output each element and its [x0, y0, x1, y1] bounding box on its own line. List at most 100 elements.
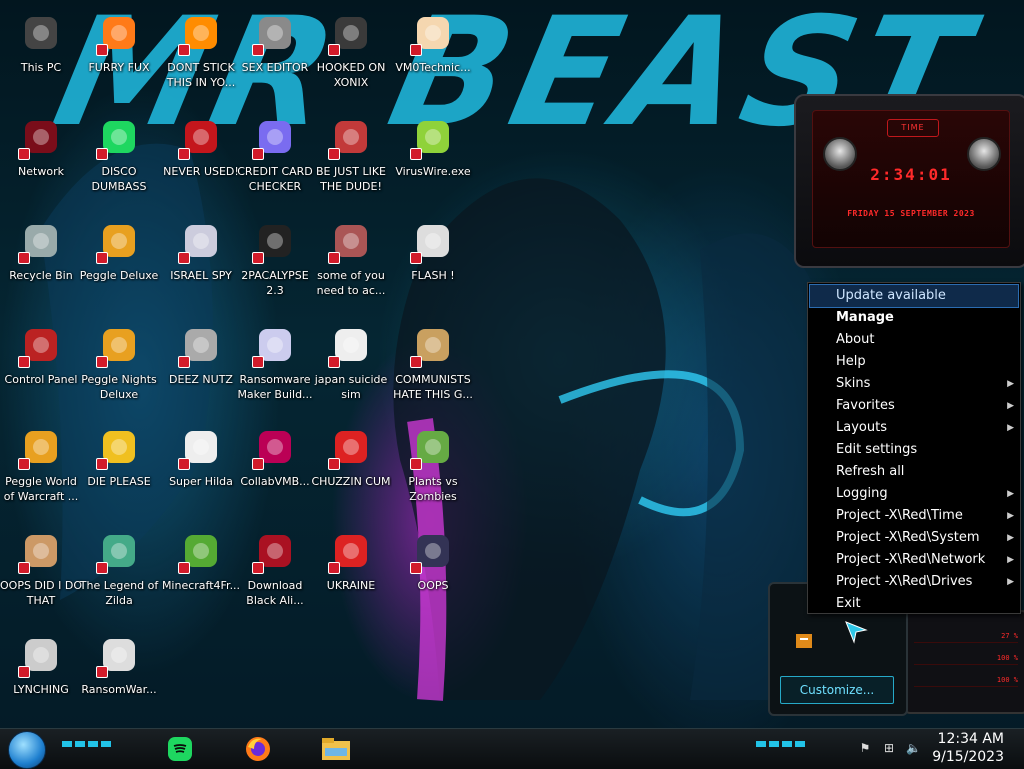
context-menu-item-label: Refresh all — [836, 464, 905, 479]
desktop-icon[interactable]: CollabVMB... — [234, 420, 316, 516]
skull-icon — [96, 634, 140, 678]
context-menu-item[interactable]: Favorites ▶ — [810, 395, 1018, 417]
desktop-icon[interactable]: DEEZ NUTZ — [160, 318, 242, 414]
desktop-icon-label: SEX EDITOR — [241, 61, 309, 74]
drive-usage: 100 % — [914, 674, 1018, 687]
desktop-icon[interactable]: CHUZZIN CUM — [310, 420, 392, 516]
time-widget[interactable]: TIME 2:34:01 FRIDAY 15 SEPTEMBER 2023 — [794, 94, 1024, 268]
volume-icon[interactable]: 🔈 — [906, 741, 921, 755]
submenu-arrow-icon: ▶ — [1007, 401, 1014, 411]
shortcut-badge-icon — [328, 148, 340, 160]
shortcut-badge-icon — [18, 148, 30, 160]
vlc-cone-icon — [178, 12, 222, 56]
desktop-icon[interactable]: VirusWire.exe — [392, 110, 474, 206]
desktop-icon[interactable]: Peggle World of Warcraft ... — [0, 420, 82, 516]
desktop-icon[interactable]: This PC — [0, 6, 82, 102]
context-menu-item[interactable]: Edit settings — [810, 439, 1018, 461]
collabvm-icon — [252, 426, 296, 470]
shortcut-badge-icon — [178, 252, 190, 264]
desktop-icon-label: DEEZ NUTZ — [169, 373, 233, 386]
submenu-arrow-icon: ▶ — [1007, 577, 1014, 587]
desktop-icon[interactable]: Minecraft4Fr... — [160, 524, 242, 620]
desktop-icon[interactable]: HOOKED ON XONIX — [310, 6, 392, 102]
lime-icon — [410, 116, 454, 160]
adobe-de-icon — [96, 426, 140, 470]
flag-icon[interactable]: ⚑ — [858, 741, 872, 755]
desktop-icon-label: CHUZZIN CUM — [311, 475, 391, 488]
desktop-icon[interactable]: FURRY FUX — [78, 6, 160, 102]
desktop-icon[interactable]: The Legend of Zilda — [78, 524, 160, 620]
submenu-arrow-icon: ▶ — [1007, 379, 1014, 389]
desktop-icon[interactable]: Peggle Nights Deluxe — [78, 318, 160, 414]
desktop-icon[interactable]: SEX EDITOR — [234, 6, 316, 102]
drives-widget[interactable]: 27 % 100 % 100 % — [904, 610, 1024, 714]
context-menu-item[interactable]: Manage — [810, 307, 1018, 329]
context-menu-item[interactable]: Update available — [809, 284, 1019, 308]
customize-button[interactable]: Customize... — [780, 676, 894, 704]
desktop-icon[interactable]: Ransomware Maker Build... — [234, 318, 316, 414]
context-menu-item[interactable]: Project -X\Red\Drives ▶ — [810, 571, 1018, 593]
shortcut-badge-icon — [18, 356, 30, 368]
context-menu-item[interactable]: Refresh all — [810, 461, 1018, 483]
taskbar-clock-time[interactable]: 12:34 AM — [938, 731, 1004, 747]
desktop-icon[interactable]: CREDIT CARD CHECKER — [234, 110, 316, 206]
context-menu-item[interactable]: About — [810, 329, 1018, 351]
desktop-icon[interactable]: Super Hilda — [160, 420, 242, 516]
spy-app-icon — [178, 220, 222, 264]
doctor-avatar-icon — [410, 12, 454, 56]
desktop-icon[interactable]: Control Panel — [0, 318, 82, 414]
desktop-icon-label: Download Black Ali... — [246, 579, 304, 607]
drive-usage: 100 % — [914, 652, 1018, 665]
desktop-icon-label: 2PACALYPSE 2.3 — [241, 269, 309, 297]
context-menu-item[interactable]: Layouts ▶ — [810, 417, 1018, 439]
desktop-icon[interactable]: Peggle Deluxe — [78, 214, 160, 310]
desktop-icon-label: ISRAEL SPY — [170, 269, 232, 282]
desktop-icon[interactable]: DIE PLEASE — [78, 420, 160, 516]
desktop-icon[interactable]: LYNCHING — [0, 628, 82, 724]
context-menu-item[interactable]: Project -X\Red\Network ▶ — [810, 549, 1018, 571]
context-menu-item[interactable]: Skins ▶ — [810, 373, 1018, 395]
taskbar-file-explorer[interactable] — [316, 731, 356, 767]
start-button[interactable] — [8, 731, 46, 769]
desktop-icon-label: Peggle Nights Deluxe — [81, 373, 157, 401]
desktop-icon[interactable]: VM0Technic... — [392, 6, 474, 102]
desktop-icon[interactable]: COMMUNISTS HATE THIS G... — [392, 318, 474, 414]
taskbar-firefox[interactable] — [238, 731, 278, 767]
context-menu-item[interactable]: Logging ▶ — [810, 483, 1018, 505]
desktop-icon[interactable]: ISRAEL SPY — [160, 214, 242, 310]
desktop-icon[interactable]: some of you need to ac... — [310, 214, 392, 310]
desktop-icon[interactable]: japan suicide sim — [310, 318, 392, 414]
desktop-icon[interactable]: RansomWar... — [78, 628, 160, 724]
desktop-icon[interactable]: 2PACALYPSE 2.3 — [234, 214, 316, 310]
desktop-icon[interactable]: FLASH ! — [392, 214, 474, 310]
taskbar-clock-date[interactable]: 9/15/2023 — [932, 749, 1004, 765]
network-tray-icon[interactable]: ⊞ — [882, 741, 896, 755]
shortcut-badge-icon — [410, 562, 422, 574]
desktop-icon[interactable]: OOPS — [392, 524, 474, 620]
taskbar: ⚑ ⊞ 🔈 12:34 AM 9/15/2023 — [0, 728, 1024, 769]
desktop-icon[interactable]: NEVER USED! — [160, 110, 242, 206]
context-menu-item-label: Project -X\Red\System — [836, 530, 980, 545]
desktop-icon[interactable]: DONT STICK THIS IN YO... — [160, 6, 242, 102]
context-menu-item[interactable]: Project -X\Red\System ▶ — [810, 527, 1018, 549]
desktop-icon[interactable]: OOPS DID I DO THAT — [0, 524, 82, 620]
context-menu-item[interactable]: Exit — [810, 593, 1018, 615]
flash-document-icon — [410, 220, 454, 264]
desktop-icon[interactable]: UKRAINE — [310, 524, 392, 620]
spotify-icon — [96, 116, 140, 160]
desktop-icon[interactable]: Download Black Ali... — [234, 524, 316, 620]
context-menu-item[interactable]: Help — [810, 351, 1018, 373]
context-menu-item[interactable]: Project -X\Red\Time ▶ — [810, 505, 1018, 527]
shortcut-badge-icon — [252, 562, 264, 574]
desktop-icon[interactable]: BE JUST LIKE THE DUDE! — [310, 110, 392, 206]
desktop-icon-label: Super Hilda — [169, 475, 233, 488]
shortcut-badge-icon — [328, 252, 340, 264]
desktop-icon[interactable]: Plants vs Zombies — [392, 420, 474, 516]
desktop-icon[interactable]: Recycle Bin — [0, 214, 82, 310]
minecraft-block-icon — [178, 530, 222, 574]
taskbar-spotify[interactable] — [160, 731, 200, 767]
submenu-arrow-icon: ▶ — [1007, 423, 1014, 433]
money-bag-icon — [410, 324, 454, 368]
desktop-icon[interactable]: Network — [0, 110, 82, 206]
desktop-icon[interactable]: DISCO DUMBASS — [78, 110, 160, 206]
